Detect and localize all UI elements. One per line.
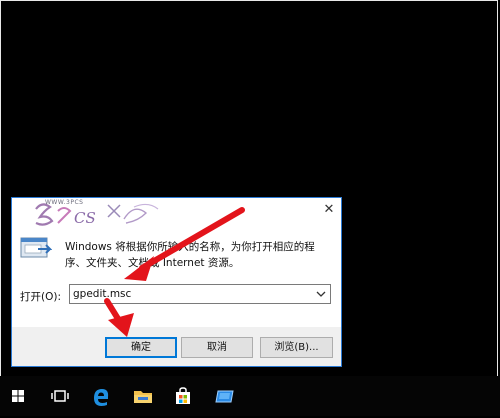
windows-start-icon[interactable] (6, 384, 30, 408)
dialog-description: Windows 将根据你所输入的名称，为你打开相应的程序、文件夹、文档或 Int… (65, 241, 315, 269)
command-input[interactable] (70, 285, 313, 303)
edge-browser-icon[interactable] (89, 384, 113, 408)
taskbar (0, 376, 500, 416)
run-icon (20, 237, 52, 258)
chevron-down-icon[interactable] (314, 287, 328, 301)
close-button[interactable]: ✕ (321, 202, 337, 218)
ok-button[interactable]: 确定 (105, 337, 177, 358)
cancel-button[interactable]: 取消 (181, 337, 253, 358)
file-explorer-icon[interactable] (131, 384, 155, 408)
run-dialog: CS WWW.3PCS ✕ Windows 将根据你所输入的名称，为你打开相应的… (11, 197, 342, 367)
browse-button[interactable]: 浏览(B)... (260, 337, 333, 358)
screen-icon[interactable] (213, 384, 237, 408)
command-combobox[interactable] (69, 284, 331, 304)
open-label: 打开(O): (20, 291, 61, 303)
svg-text:CS: CS (74, 209, 96, 227)
store-icon[interactable] (171, 384, 195, 408)
watermark-text: WWW.3PCS (45, 199, 84, 206)
task-view-icon[interactable] (48, 384, 72, 408)
